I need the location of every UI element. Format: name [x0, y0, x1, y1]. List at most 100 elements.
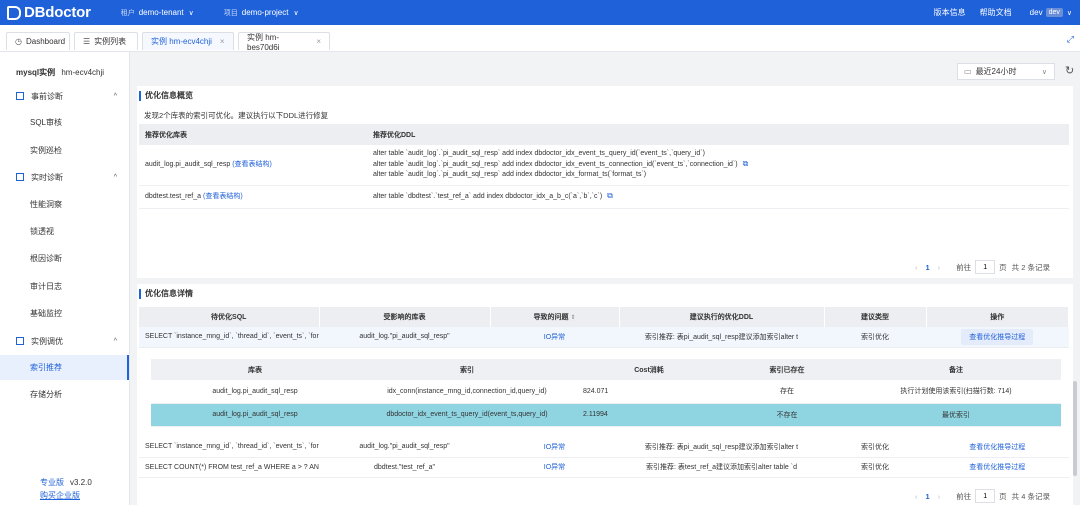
sidebar-item-performance[interactable]: 性能洞察 [0, 193, 129, 215]
tab-instance-ecv4chji[interactable]: 实例 hm-ecv4chji × [142, 32, 234, 50]
buy-enterprise-link[interactable]: 购买企业版 [40, 489, 92, 502]
issue-cell[interactable]: IO异常 [490, 457, 619, 478]
column-header: Cost消耗 [575, 359, 723, 380]
project-selector[interactable]: 项目 demo-project ∨ [224, 8, 299, 18]
total-count: 共 4 条记录 [1011, 491, 1051, 501]
brand-logo[interactable]: DBdoctor [7, 4, 91, 21]
chevron-down-icon: ∨ [1041, 68, 1047, 76]
sidebar-item-monitoring[interactable]: 基础监控 [0, 302, 129, 324]
type-cell: 索引优化 [824, 437, 926, 458]
sort-icon[interactable]: ⇕ [570, 315, 575, 321]
type-cell: 索引优化 [824, 327, 926, 348]
copy-icon[interactable]: ⧉ [743, 159, 749, 168]
overview-table: 推荐优化库表 推荐优化DDL audit_log.pi_audit_sql_re… [139, 124, 1069, 209]
details-pagination: ‹ 1 › 前往 页 共 4 条记录 [907, 489, 1050, 503]
view-schema-link[interactable]: (查看表结构) [203, 193, 243, 200]
view-derivation-button[interactable]: 查看优化推导过程 [961, 328, 1034, 345]
top-navbar: DBdoctor 租户 demo-tenant ∨ 项目 demo-projec… [0, 0, 1080, 25]
chevron-left-icon[interactable]: ‹ [915, 263, 918, 272]
chevron-right-icon[interactable]: › [938, 263, 941, 272]
table-cell: audit_log."pi_audit_sql_resp" [319, 437, 490, 458]
tenant-value: demo-tenant [138, 8, 184, 17]
issue-cell[interactable]: IO异常 [490, 437, 619, 458]
tenant-selector[interactable]: 租户 demo-tenant ∨ [121, 8, 194, 18]
table-cell: dbdtest."test_ref_a" [319, 457, 490, 478]
sidebar-item-lock[interactable]: 锁透视 [0, 220, 129, 242]
chevron-right-icon[interactable]: › [938, 492, 941, 501]
ddl-text: alter table `dbdtest`.`test_ref_a` add i… [373, 193, 603, 200]
edition-label: 专业版 [40, 478, 64, 487]
view-derivation-link[interactable]: 查看优化推导过程 [926, 437, 1069, 458]
note-cell: 最优索引 [851, 403, 1061, 427]
sidebar-group-tuning[interactable]: 实例调优 ^ [0, 330, 129, 352]
edition-info: 专业版 v3.2.0 购买企业版 [40, 476, 92, 502]
brand-name: DBdoctor [24, 4, 91, 21]
sidebar-item-root-cause[interactable]: 根因诊断 [0, 247, 129, 269]
sidebar-group-realtime[interactable]: 实时诊断 ^ [0, 166, 129, 188]
note-cell: 执行计划使用该索引(扫描行数: 714) [851, 380, 1061, 404]
column-header: 建议类型 [824, 307, 927, 327]
page-number[interactable]: 1 [926, 263, 930, 272]
sidebar-item-storage[interactable]: 存储分析 [0, 383, 129, 405]
sidebar-item-label: 根因诊断 [30, 253, 62, 263]
page-goto-input[interactable] [975, 489, 996, 503]
sidebar-group-label: 实时诊断 [31, 172, 63, 182]
page-number[interactable]: 1 [926, 492, 930, 501]
view-schema-link[interactable]: (查看表结构) [232, 161, 272, 168]
sidebar-item-label: 实例巡检 [30, 145, 62, 155]
project-value: demo-project [241, 8, 289, 17]
table-cell: audit_log."pi_audit_sql_resp" [319, 327, 490, 348]
page-goto-input[interactable] [975, 260, 996, 274]
sidebar-item-label: SQL审核 [30, 117, 63, 127]
goto-label: 前往 [956, 491, 972, 501]
exists-cell: 不存在 [723, 403, 851, 427]
goto-label: 前往 [956, 262, 972, 272]
tab-instance-list[interactable]: ☰ 实例列表 [74, 32, 138, 50]
help-docs-link[interactable]: 帮助文档 [980, 7, 1012, 18]
sidebar-item-label: 基础监控 [30, 308, 62, 318]
sidebar-group-pre-diagnosis[interactable]: 事前诊断 ^ [0, 85, 129, 107]
ddl-cell: 索引推荐: 表pi_audit_sql_resp建议添加索引alter t [619, 327, 824, 348]
time-range-picker[interactable]: ▭ 最近24小时 ∨ [957, 63, 1055, 80]
scrollbar[interactable] [1073, 381, 1077, 476]
refresh-icon[interactable]: ↻ [1065, 64, 1074, 77]
version-info-link[interactable]: 版本信息 [934, 7, 966, 18]
tab-instance-bes70d6i[interactable]: 实例 hm-bes70d6i × [238, 32, 330, 52]
table-row[interactable]: SELECT `instance_mng_id`, `thread_id`, `… [139, 327, 1069, 348]
sidebar-item-audit-log[interactable]: 审计日志 [0, 275, 129, 297]
chevron-up-icon: ^ [113, 337, 117, 345]
ddl-cell: 索引推荐: 表pi_audit_sql_resp建议添加索引alter t [619, 437, 824, 458]
ddl-text: alter table `audit_log`.`pi_audit_sql_re… [373, 161, 738, 169]
table-row[interactable]: SELECT COUNT(*) FROM test_ref_a WHERE a … [139, 457, 1069, 478]
chevron-left-icon[interactable]: ‹ [915, 492, 918, 501]
page-unit: 页 [999, 491, 1007, 501]
ddl-line: alter table `audit_log`.`pi_audit_sql_re… [373, 171, 647, 179]
close-icon[interactable]: × [220, 37, 225, 46]
sidebar-item-label: 存储分析 [30, 389, 62, 399]
copy-icon[interactable]: ⧉ [607, 191, 613, 200]
column-header: 推荐优化DDL [367, 124, 1069, 145]
index-cell: dbdoctor_idx_event_ts_query_id(event_ts,… [359, 403, 575, 427]
close-icon[interactable]: × [316, 37, 321, 46]
column-header: 索引 [359, 359, 575, 380]
table-row[interactable]: SELECT `instance_mng_id`, `thread_id`, `… [139, 437, 1069, 458]
sidebar-item-label: 索引推荐 [30, 363, 62, 372]
user-badge: dev [1045, 8, 1063, 17]
user-name[interactable]: dev [1030, 8, 1043, 17]
sidebar-item-sql-audit[interactable]: SQL审核 [0, 111, 129, 133]
type-cell: 索引优化 [824, 457, 926, 478]
chevron-down-icon[interactable]: ∨ [1067, 9, 1072, 17]
version-label: v3.2.0 [70, 478, 92, 487]
column-header: 备注 [851, 359, 1061, 380]
tab-label: 实例 hm-ecv4chji [151, 37, 212, 46]
sidebar-item-inspection[interactable]: 实例巡检 [0, 139, 129, 161]
index-cell: idx_conn(instance_mng_id,connection_id,q… [359, 380, 575, 404]
issue-cell[interactable]: IO异常 [490, 327, 619, 348]
sidebar-item-index-recommend[interactable]: 索引推荐 [0, 355, 129, 380]
ddl-line: alter table `audit_log`.`pi_audit_sql_re… [373, 159, 1069, 170]
column-header[interactable]: 导致的问题 ⇕ [490, 307, 620, 327]
tab-dashboard[interactable]: ◷ Dashboard [6, 32, 70, 50]
view-derivation-link[interactable]: 查看优化推导过程 [926, 457, 1069, 478]
fullscreen-icon[interactable]: ⤢ [1067, 34, 1074, 45]
time-range-value: 最近24小时 [975, 67, 1017, 76]
